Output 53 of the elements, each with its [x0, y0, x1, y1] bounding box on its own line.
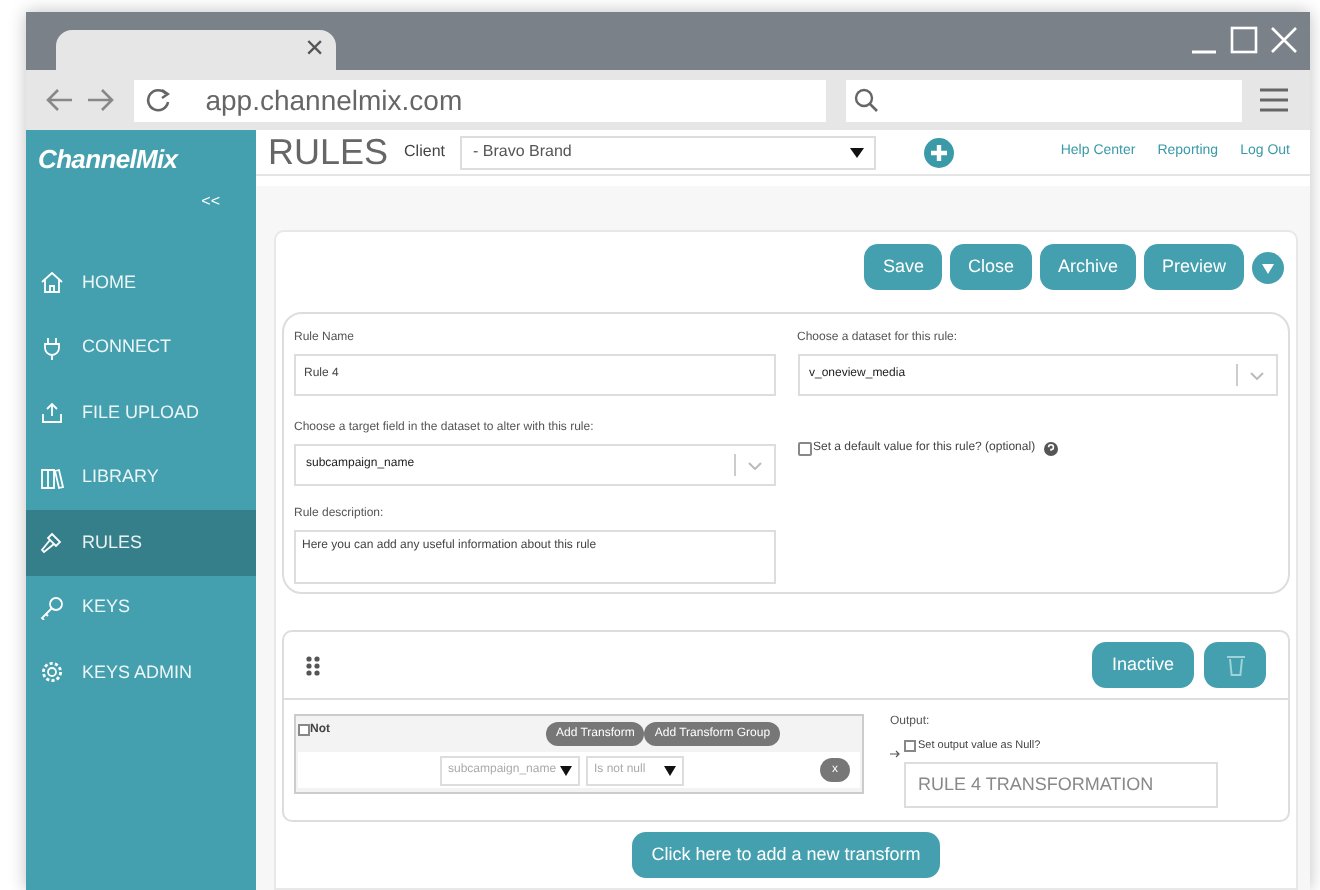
add-icon[interactable] [924, 137, 955, 167]
client-label: Client [404, 140, 445, 164]
drag-handle-icon[interactable] [306, 655, 320, 675]
output-value-field[interactable]: RULE 4 TRANSFORMATION [904, 762, 1218, 808]
logo[interactable]: ChannelMix [38, 140, 178, 180]
trash-icon [1225, 654, 1245, 676]
key-icon [40, 595, 64, 620]
checkbox[interactable] [298, 724, 310, 736]
hammer-icon [40, 530, 64, 555]
client-dropdown[interactable]: - Bravo Brand [460, 135, 877, 169]
maximize-icon[interactable] [1230, 24, 1258, 56]
nav-item[interactable]: CONNECT [26, 315, 256, 380]
checkbox[interactable] [797, 442, 811, 456]
browser-tab[interactable]: × [56, 30, 336, 70]
nav-item[interactable]: HOME [26, 250, 256, 315]
chevron-down-icon [747, 461, 761, 469]
close-tab-icon[interactable]: × [305, 34, 324, 66]
search-icon [854, 88, 879, 112]
collapse-button[interactable]: << [201, 190, 220, 222]
home-icon [40, 270, 64, 295]
back-icon[interactable] [46, 86, 74, 114]
help-icon[interactable] [1043, 442, 1058, 456]
address-bar[interactable]: app.channelmix.com [133, 79, 827, 121]
nav-item[interactable]: FILE UPLOAD [26, 380, 256, 445]
status-button[interactable]: Inactive [1091, 642, 1194, 688]
nav-item[interactable]: KEYS ADMIN [26, 640, 256, 705]
menu-icon[interactable] [1258, 86, 1291, 114]
upload-icon [40, 400, 64, 425]
checkbox[interactable] [904, 740, 916, 752]
caret-icon [664, 765, 676, 775]
nav-item[interactable]: RULES [26, 510, 256, 575]
plug-icon [40, 335, 64, 360]
caret-icon [850, 147, 865, 157]
dropdown-icon[interactable] [1252, 251, 1284, 283]
gear-icon [40, 660, 64, 685]
nav-item[interactable]: KEYS [26, 575, 256, 640]
action-button[interactable]: Close [949, 244, 1032, 290]
caret-icon [560, 765, 572, 775]
forward-icon[interactable] [85, 86, 114, 114]
page-title: RULES [268, 134, 389, 170]
nav-item[interactable]: LIBRARY [26, 445, 256, 510]
books-icon [40, 465, 64, 490]
action-button[interactable]: Save [864, 244, 942, 290]
action-button[interactable]: Preview [1143, 244, 1244, 290]
url-text: app.channelmix.com [205, 81, 463, 120]
close-icon[interactable] [1270, 24, 1298, 56]
arrow-icon [890, 750, 900, 758]
action-button[interactable]: Archive [1039, 244, 1136, 290]
chevron-down-icon [1250, 371, 1264, 379]
reload-icon[interactable] [145, 88, 170, 112]
search-field[interactable] [846, 79, 1243, 121]
delete-button[interactable] [1204, 642, 1266, 688]
add-transform-button[interactable]: Click here to add a new transform [631, 832, 941, 878]
